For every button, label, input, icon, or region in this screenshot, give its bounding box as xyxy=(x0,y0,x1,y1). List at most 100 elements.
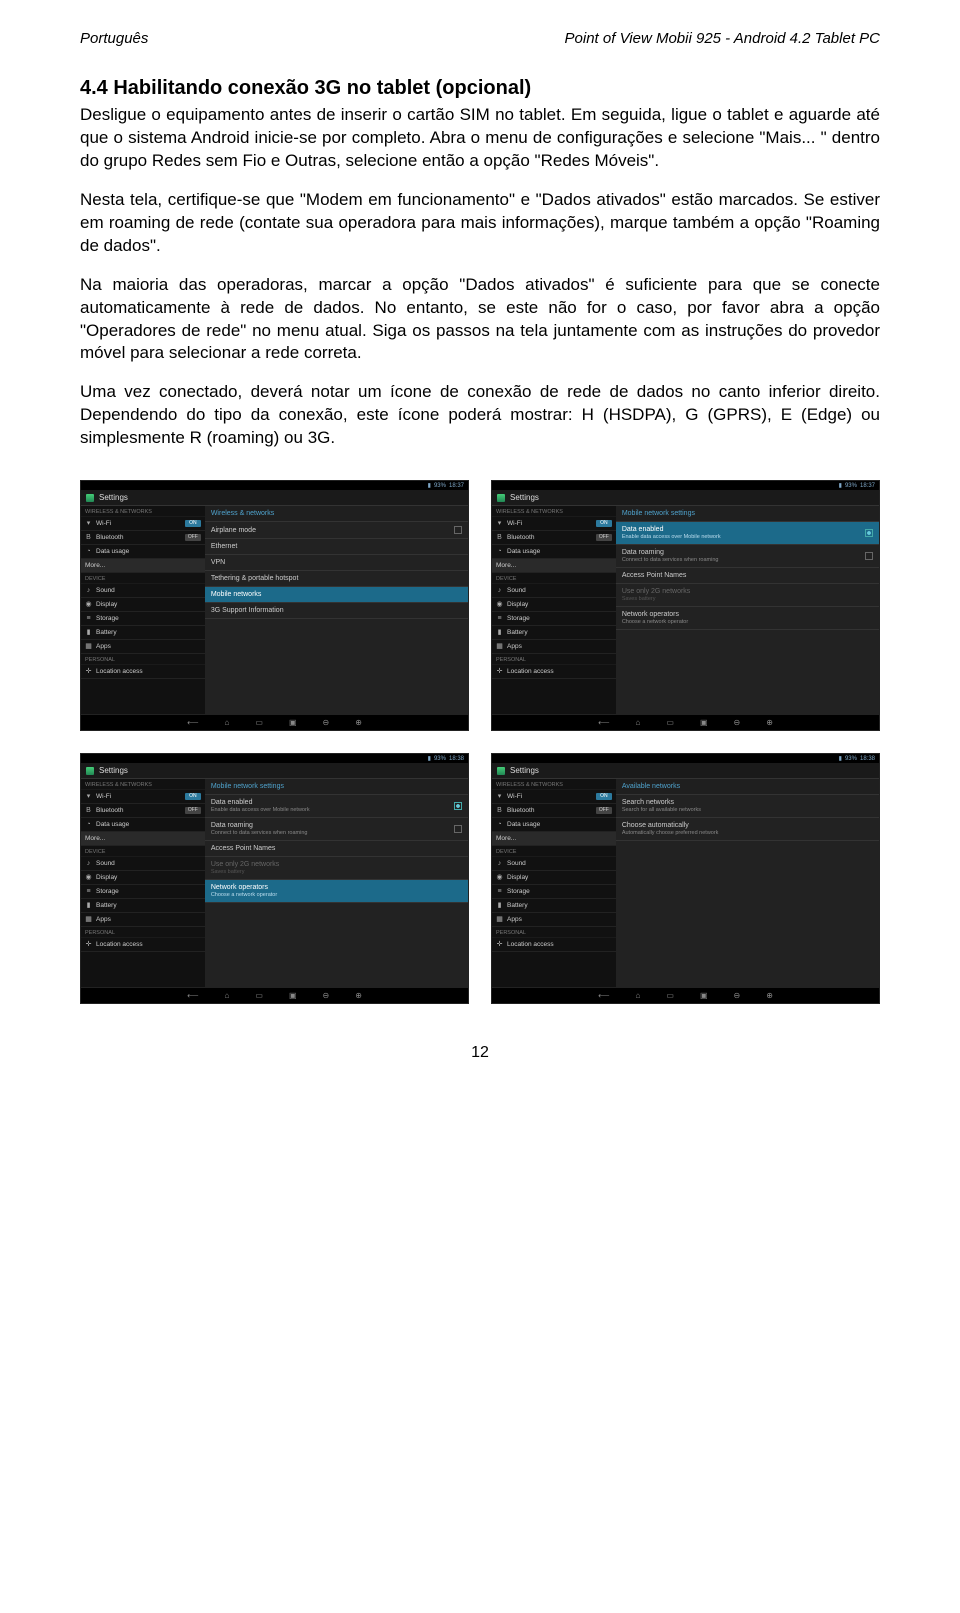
row-apn[interactable]: Access Point Names xyxy=(616,568,879,584)
volup-icon[interactable]: ⊕ xyxy=(355,991,362,1000)
apps-icon: ▦ xyxy=(85,643,92,650)
home-icon[interactable]: ⌂ xyxy=(225,991,230,1000)
row-ethernet[interactable]: Ethernet xyxy=(205,539,468,555)
row-2g-only[interactable]: Use only 2G networksSaves battery xyxy=(205,857,468,880)
sidebar-item-location[interactable]: ✛Location access xyxy=(492,665,616,679)
row-network-operators[interactable]: Network operatorsChoose a network operat… xyxy=(616,607,879,630)
sidebar-item-bluetooth[interactable]: BBluetoothOFF xyxy=(492,804,616,818)
sidebar-item-storage[interactable]: ≡Storage xyxy=(492,612,616,626)
recents-icon[interactable]: ▭ xyxy=(666,718,674,727)
sidebar-item-battery[interactable]: ▮Battery xyxy=(81,899,205,913)
checkbox[interactable] xyxy=(454,526,462,534)
page-header: Português Point of View Mobii 925 - Andr… xyxy=(80,30,880,47)
sidebar-item-display[interactable]: ◉Display xyxy=(492,598,616,612)
row-data-roaming[interactable]: Data roamingConnect to data services whe… xyxy=(616,545,879,568)
sidebar-item-more[interactable]: More... xyxy=(81,832,205,846)
screenshot-icon[interactable]: ▣ xyxy=(700,991,708,1000)
checkbox[interactable] xyxy=(865,552,873,560)
home-icon[interactable]: ⌂ xyxy=(636,718,641,727)
settings-sidebar: WIRELESS & NETWORKS ▾Wi-FiON BBluetoothO… xyxy=(492,779,616,987)
recents-icon[interactable]: ▭ xyxy=(666,991,674,1000)
voldown-icon[interactable]: ⊖ xyxy=(734,718,741,727)
row-tethering[interactable]: Tethering & portable hotspot xyxy=(205,571,468,587)
page-number: 12 xyxy=(80,1044,880,1062)
checkbox[interactable] xyxy=(865,529,873,537)
sidebar-item-wifi[interactable]: ▾Wi-FiON xyxy=(492,517,616,531)
home-icon[interactable]: ⌂ xyxy=(225,718,230,727)
sidebar-item-data-usage[interactable]: ◔Data usage xyxy=(492,818,616,832)
screenshot-settings-more: ▮ 93% 18:37 Settings WIRELESS & NETWORKS… xyxy=(80,480,469,731)
sidebar-item-sound[interactable]: ♪Sound xyxy=(81,857,205,871)
row-apn[interactable]: Access Point Names xyxy=(205,841,468,857)
sidebar-item-battery[interactable]: ▮Battery xyxy=(492,899,616,913)
back-icon[interactable]: ⟵ xyxy=(187,718,198,727)
sidebar-item-display[interactable]: ◉Display xyxy=(81,871,205,885)
sidebar-item-battery[interactable]: ▮Battery xyxy=(81,626,205,640)
row-search-networks[interactable]: Search networksSearch for all available … xyxy=(616,795,879,818)
sidebar-item-bluetooth[interactable]: BBluetoothOFF xyxy=(492,531,616,545)
voldown-icon[interactable]: ⊖ xyxy=(323,718,330,727)
home-icon[interactable]: ⌂ xyxy=(636,991,641,1000)
sidebar-item-storage[interactable]: ≡Storage xyxy=(492,885,616,899)
sidebar-item-wifi[interactable]: ▾Wi-FiON xyxy=(492,790,616,804)
row-data-enabled[interactable]: Data enabledEnable data access over Mobi… xyxy=(616,522,879,545)
sidebar-item-more[interactable]: More... xyxy=(492,832,616,846)
sidebar-item-apps[interactable]: ▦Apps xyxy=(81,640,205,654)
sidebar-item-location[interactable]: ✛Location access xyxy=(81,665,205,679)
sidebar-item-more[interactable]: More... xyxy=(492,559,616,573)
content-header: Mobile network settings xyxy=(616,506,879,522)
row-choose-auto[interactable]: Choose automaticallyAutomatically choose… xyxy=(616,818,879,841)
row-3g-support[interactable]: 3G Support Information xyxy=(205,603,468,619)
sidebar-item-more[interactable]: More... xyxy=(81,559,205,573)
row-network-operators[interactable]: Network operatorsChoose a network operat… xyxy=(205,880,468,903)
row-2g-only[interactable]: Use only 2G networksSaves battery xyxy=(616,584,879,607)
volup-icon[interactable]: ⊕ xyxy=(766,991,773,1000)
row-vpn[interactable]: VPN xyxy=(205,555,468,571)
sidebar-item-battery[interactable]: ▮Battery xyxy=(492,626,616,640)
back-icon[interactable]: ⟵ xyxy=(598,991,609,1000)
recents-icon[interactable]: ▭ xyxy=(255,991,263,1000)
sidebar-item-sound[interactable]: ♪Sound xyxy=(81,584,205,598)
settings-sidebar: WIRELESS & NETWORKS ▾Wi-FiON BBluetoothO… xyxy=(81,506,205,714)
volup-icon[interactable]: ⊕ xyxy=(355,718,362,727)
checkbox[interactable] xyxy=(454,802,462,810)
row-mobile-networks[interactable]: Mobile networks xyxy=(205,587,468,603)
sidebar-item-storage[interactable]: ≡Storage xyxy=(81,612,205,626)
sidebar-item-bluetooth[interactable]: BBluetoothOFF xyxy=(81,804,205,818)
wifi-toggle[interactable]: ON xyxy=(185,520,201,527)
sidebar-item-location[interactable]: ✛Location access xyxy=(492,938,616,952)
row-airplane[interactable]: Airplane mode xyxy=(205,522,468,539)
row-data-enabled[interactable]: Data enabledEnable data access over Mobi… xyxy=(205,795,468,818)
back-icon[interactable]: ⟵ xyxy=(598,718,609,727)
paragraph-4: Uma vez conectado, deverá notar um ícone… xyxy=(80,381,880,450)
recents-icon[interactable]: ▭ xyxy=(255,718,263,727)
content-header: Wireless & networks xyxy=(205,506,468,522)
sidebar-item-display[interactable]: ◉Display xyxy=(492,871,616,885)
sidebar-item-apps[interactable]: ▦Apps xyxy=(492,913,616,927)
sidebar-item-wifi[interactable]: ▾Wi-FiON xyxy=(81,517,205,531)
sidebar-item-sound[interactable]: ♪Sound xyxy=(492,857,616,871)
row-data-roaming[interactable]: Data roamingConnect to data services whe… xyxy=(205,818,468,841)
sidebar-item-display[interactable]: ◉Display xyxy=(81,598,205,612)
sidebar-item-wifi[interactable]: ▾Wi-FiON xyxy=(81,790,205,804)
screenshot-icon[interactable]: ▣ xyxy=(289,991,297,1000)
voldown-icon[interactable]: ⊖ xyxy=(323,991,330,1000)
sidebar-item-apps[interactable]: ▦Apps xyxy=(81,913,205,927)
sidebar-item-data-usage[interactable]: ◔Data usage xyxy=(492,545,616,559)
volup-icon[interactable]: ⊕ xyxy=(766,718,773,727)
sidebar-item-sound[interactable]: ♪Sound xyxy=(492,584,616,598)
screenshot-icon[interactable]: ▣ xyxy=(700,718,708,727)
sidebar-item-storage[interactable]: ≡Storage xyxy=(81,885,205,899)
voldown-icon[interactable]: ⊖ xyxy=(734,991,741,1000)
sidebar-item-data-usage[interactable]: ◔Data usage xyxy=(81,545,205,559)
back-icon[interactable]: ⟵ xyxy=(187,991,198,1000)
sidebar-item-data-usage[interactable]: ◔Data usage xyxy=(81,818,205,832)
checkbox[interactable] xyxy=(454,825,462,833)
sidebar-item-bluetooth[interactable]: BBluetoothOFF xyxy=(81,531,205,545)
data-icon: ◔ xyxy=(496,548,503,555)
screenshot-icon[interactable]: ▣ xyxy=(289,718,297,727)
sidebar-item-apps[interactable]: ▦Apps xyxy=(492,640,616,654)
content-panel: Wireless & networks Airplane mode Ethern… xyxy=(205,506,468,714)
bt-toggle[interactable]: OFF xyxy=(185,534,201,541)
sidebar-item-location[interactable]: ✛Location access xyxy=(81,938,205,952)
